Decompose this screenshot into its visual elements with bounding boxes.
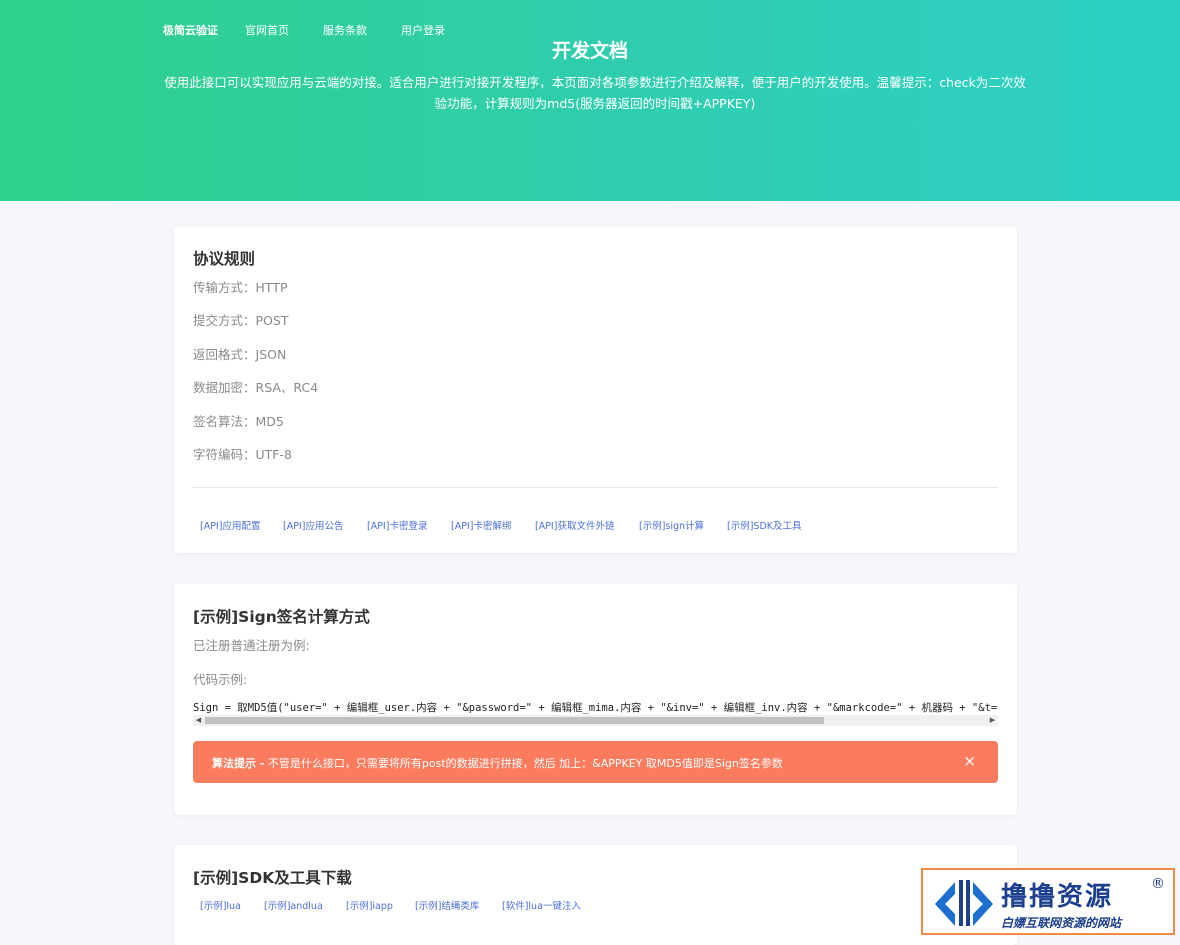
sign-intro: 已注册普通注册为例: xyxy=(193,638,310,653)
sign-card: [示例]Sign签名计算方式 已注册普通注册为例: 代码示例: Sign = 取… xyxy=(174,584,1017,815)
prop-format: 返回格式：JSON xyxy=(193,344,286,363)
prop-label: 字符编码： xyxy=(193,447,256,462)
link-lua-inject[interactable]: [软件]lua一键注入 xyxy=(502,898,581,912)
code-snippet: Sign = 取MD5值("user=" + 编辑框_user.内容 + "&p… xyxy=(193,702,998,714)
code-label: 代码示例: xyxy=(193,672,248,687)
alert-message: 算法提示 - 不管是什么接口，只需要将所有post的数据进行拼接，然后 加上：&… xyxy=(212,755,783,771)
watermark-logo: 撸撸资源 ® 白嫖互联网资源的网站 xyxy=(921,868,1175,935)
logo-icon xyxy=(935,880,993,926)
watermark-title: 撸撸资源 xyxy=(1001,882,1114,912)
prop-encryption: 数据加密：RSA、RC4 xyxy=(193,377,318,396)
prop-transport: 传输方式：HTTP xyxy=(193,277,288,296)
prop-value: JSON xyxy=(255,347,287,362)
prop-label: 签名算法： xyxy=(193,414,256,429)
prop-label: 返回格式： xyxy=(193,347,256,362)
scroll-thumb[interactable] xyxy=(205,717,824,724)
prop-label: 数据加密： xyxy=(193,380,256,395)
alert-title: 算法提示 - xyxy=(212,757,265,770)
sdk-title: [示例]SDK及工具下载 xyxy=(193,869,352,887)
link-sdk-tools[interactable]: [示例]SDK及工具 xyxy=(727,518,802,532)
link-sign-example[interactable]: [示例]sign计算 xyxy=(639,518,704,532)
link-lua[interactable]: [示例]lua xyxy=(200,898,241,912)
alert-text: 不管是什么接口，只需要将所有post的数据进行拼接，然后 加上：&APPKEY … xyxy=(264,757,783,770)
prop-value: POST xyxy=(255,313,289,328)
registered-mark: ® xyxy=(1151,876,1165,892)
hero-header: 极简云验证 官网首页 服务条款 用户登录 开发文档 使用此接口可以实现应用与云端… xyxy=(0,0,1180,201)
scroll-left-icon[interactable]: ◀ xyxy=(193,715,204,726)
scroll-right-icon[interactable]: ▶ xyxy=(987,715,998,726)
code-block: Sign = 取MD5值("user=" + 编辑框_user.内容 + "&p… xyxy=(193,698,998,728)
algorithm-alert: 算法提示 - 不管是什么接口，只需要将所有post的数据进行拼接，然后 加上：&… xyxy=(193,741,998,783)
prop-value: UTF-8 xyxy=(255,447,292,462)
protocol-card: 协议规则 传输方式：HTTP 提交方式：POST 返回格式：JSON 数据加密：… xyxy=(174,226,1017,553)
page-description: 使用此接口可以实现应用与云端的对接。适合用户进行对接开发程序，本页面对各项参数进… xyxy=(164,75,1026,111)
sdk-card: [示例]SDK及工具下载 [示例]lua [示例]andlua [示例]iapp… xyxy=(174,845,1017,945)
sign-title: [示例]Sign签名计算方式 xyxy=(193,608,370,626)
horizontal-scrollbar[interactable]: ◀ ▶ xyxy=(193,715,998,726)
link-file-link[interactable]: [API]获取文件外链 xyxy=(535,518,614,532)
prop-value: MD5 xyxy=(255,414,284,429)
link-card-login[interactable]: [API]卡密登录 xyxy=(367,518,427,532)
protocol-title: 协议规则 xyxy=(193,250,256,268)
page-title: 开发文档 xyxy=(551,40,628,62)
divider xyxy=(193,487,998,488)
prop-signature: 签名算法：MD5 xyxy=(193,411,284,430)
prop-value: RSA、RC4 xyxy=(255,380,319,395)
prop-label: 提交方式： xyxy=(193,313,256,328)
close-icon[interactable]: × xyxy=(963,752,976,770)
watermark-subtitle: 白嫖互联网资源的网站 xyxy=(1001,916,1122,930)
prop-encoding: 字符编码：UTF-8 xyxy=(193,444,292,463)
link-app-config[interactable]: [API]应用配置 xyxy=(200,518,260,532)
link-jieshang-lib[interactable]: [示例]结绳类库 xyxy=(415,898,479,912)
prop-value: HTTP xyxy=(255,280,288,295)
link-app-notice[interactable]: [API]应用公告 xyxy=(283,518,343,532)
link-andlua[interactable]: [示例]andlua xyxy=(264,898,323,912)
prop-method: 提交方式：POST xyxy=(193,310,288,329)
prop-label: 传输方式： xyxy=(193,280,256,295)
link-card-unbind[interactable]: [API]卡密解绑 xyxy=(451,518,511,532)
link-iapp[interactable]: [示例]iapp xyxy=(346,898,393,912)
